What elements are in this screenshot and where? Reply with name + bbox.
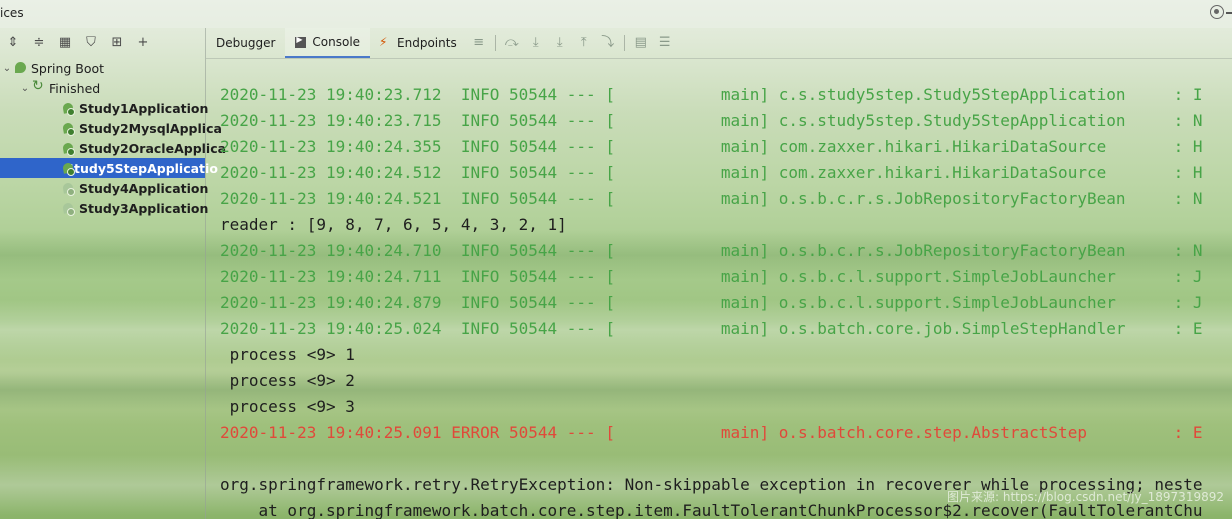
console-line-output: process <9> 2 bbox=[220, 371, 355, 390]
spring-app-icon bbox=[62, 202, 76, 216]
console-line-info: 2020-11-23 19:40:24.355 INFO 50544 --- [… bbox=[220, 137, 1203, 156]
tree-item-label: Study2MysqlApplica bbox=[79, 120, 222, 136]
console-line-error: 2020-11-23 19:40:25.091 ERROR 50544 --- … bbox=[220, 423, 1203, 442]
tree-item-app[interactable]: Study2OracleApplica bbox=[62, 138, 226, 158]
tree-node-finished[interactable]: ⌄ Finished bbox=[18, 78, 100, 98]
step-out-icon[interactable]: ⤒ bbox=[577, 36, 591, 50]
group-icon[interactable]: ▦ bbox=[58, 36, 72, 50]
tree-node-label: Finished bbox=[49, 80, 101, 96]
step-over-icon[interactable]: ⤓ bbox=[529, 36, 543, 50]
step-into-icon[interactable]: ⤓ bbox=[553, 36, 567, 50]
endpoints-icon bbox=[379, 35, 391, 49]
console-icon bbox=[295, 35, 307, 48]
run-toolbar: Debugger Console Endpoints ≡ ⤼ ⤓ ⤓ ⤒ ⤵ ▤… bbox=[206, 28, 1232, 59]
console-line-info: 2020-11-23 19:40:24.710 INFO 50544 --- [… bbox=[220, 241, 1203, 260]
console-line-info: 2020-11-23 19:40:24.711 INFO 50544 --- [… bbox=[220, 267, 1203, 286]
tab-console[interactable]: Console bbox=[285, 28, 371, 58]
console-line-info: 2020-11-23 19:40:25.024 INFO 50544 --- [… bbox=[220, 319, 1203, 338]
expand-all-icon[interactable]: ⇕ bbox=[6, 36, 20, 50]
tree-item-app-selected[interactable]: Study5StepApplicatio bbox=[0, 158, 218, 178]
watermark: 图片来源: https://blog.csdn.net/jy_189731989… bbox=[946, 490, 1224, 504]
minimize-icon[interactable] bbox=[1226, 12, 1232, 14]
console-line-output: process <9> 1 bbox=[220, 345, 355, 364]
tree-node-spring-boot[interactable]: ⌄ Spring Boot bbox=[0, 58, 104, 78]
settings-gear-icon[interactable] bbox=[1210, 5, 1224, 19]
title-bar: ices bbox=[0, 0, 1232, 28]
toolbar-divider bbox=[623, 35, 625, 51]
spring-app-icon bbox=[62, 182, 76, 196]
tree-item-label: Study3Application bbox=[79, 200, 209, 216]
tab-label: Debugger bbox=[216, 36, 276, 50]
tab-debugger[interactable]: Debugger bbox=[206, 28, 285, 58]
console-line-info: 2020-11-23 19:40:24.879 INFO 50544 --- [… bbox=[220, 293, 1203, 312]
toolbar-divider bbox=[494, 35, 496, 51]
spring-app-icon bbox=[62, 122, 76, 136]
services-panel: ⇕ ≑ ▦ ⛉ ⊞ + ⌄ Spring Boot ⌄ Finished Stu… bbox=[0, 28, 226, 519]
tree-item-app[interactable]: Study3Application bbox=[62, 198, 208, 218]
run-panel: Debugger Console Endpoints ≡ ⤼ ⤓ ⤓ ⤒ ⤵ ▤… bbox=[206, 28, 1232, 519]
console-line-info: 2020-11-23 19:40:23.715 INFO 50544 --- [… bbox=[220, 111, 1203, 130]
menu-icon[interactable]: ≡ bbox=[472, 36, 486, 50]
tree-item-label: Study2OracleApplica bbox=[79, 140, 227, 156]
trace-icon[interactable]: ☰ bbox=[658, 36, 672, 50]
console-line-info: 2020-11-23 19:40:24.512 INFO 50544 --- [… bbox=[220, 163, 1203, 182]
chevron-down-icon[interactable]: ⌄ bbox=[18, 83, 32, 94]
tab-endpoints[interactable]: Endpoints bbox=[370, 28, 467, 58]
tab-label: Endpoints bbox=[397, 36, 457, 50]
console-line-info: 2020-11-23 19:40:24.521 INFO 50544 --- [… bbox=[220, 189, 1203, 208]
console-line-output: reader : [9, 8, 7, 6, 5, 4, 3, 2, 1] bbox=[220, 215, 567, 234]
finished-status-icon bbox=[32, 78, 46, 95]
tree-item-label: Study1Application bbox=[79, 100, 209, 116]
tree-item-label: Study4Application bbox=[79, 180, 209, 196]
console-line-info: 2020-11-23 19:40:23.712 INFO 50544 --- [… bbox=[220, 85, 1203, 104]
services-toolbar: ⇕ ≑ ▦ ⛉ ⊞ + bbox=[0, 28, 205, 58]
tree-item-app[interactable]: Study4Application bbox=[62, 178, 208, 198]
console-output[interactable]: 2020-11-23 19:40:23.712 INFO 50544 --- [… bbox=[206, 70, 1232, 519]
filter-icon[interactable]: ⛉ bbox=[84, 36, 98, 50]
collapse-all-icon[interactable]: ≑ bbox=[32, 36, 46, 50]
console-line-output: process <9> 3 bbox=[220, 397, 355, 416]
window-title: ices bbox=[0, 6, 24, 20]
add-config-icon[interactable]: ⊞ bbox=[110, 36, 124, 50]
tree-item-label: Study5StepApplicatio bbox=[65, 160, 218, 176]
tree-item-app[interactable]: Study1Application bbox=[62, 98, 208, 118]
run-to-cursor-icon[interactable]: ⤵ bbox=[601, 36, 615, 50]
evaluate-expression-icon[interactable]: ▤ bbox=[634, 36, 648, 50]
tab-label: Console bbox=[312, 35, 361, 49]
show-execution-point-icon[interactable]: ⤼ bbox=[505, 36, 519, 50]
spring-boot-icon bbox=[14, 61, 28, 75]
tree-item-app[interactable]: Study2MysqlApplica bbox=[62, 118, 222, 138]
chevron-down-icon[interactable]: ⌄ bbox=[0, 63, 14, 74]
spring-app-icon bbox=[62, 142, 76, 156]
tree-node-label: Spring Boot bbox=[31, 60, 105, 76]
add-icon[interactable]: + bbox=[136, 36, 150, 50]
spring-app-icon bbox=[62, 102, 76, 116]
